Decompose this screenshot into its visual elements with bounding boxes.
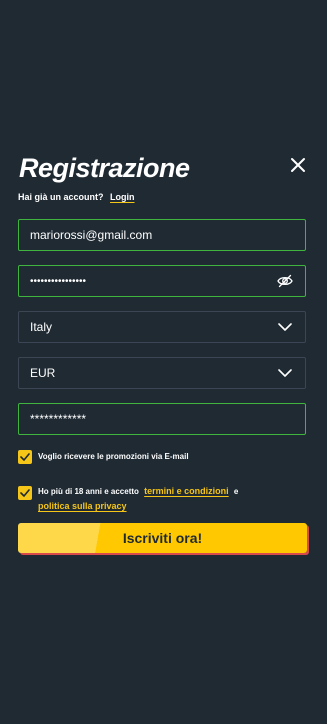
terms-link[interactable]: termini e condizioni — [144, 486, 229, 496]
chevron-down-icon — [276, 318, 294, 336]
password-field[interactable]: •••••••••••••••• — [18, 265, 306, 297]
age-consent-text: Ho più di 18 anni e accetto — [38, 487, 139, 496]
check-icon — [20, 453, 30, 461]
age-consent-checkbox[interactable] — [18, 486, 32, 500]
promo-consent-label: Voglio ricevere le promozioni via E-mail — [38, 452, 189, 461]
promo-code-value: ************ — [30, 412, 87, 426]
age-consent-row: Ho più di 18 anni e accetto termini e co… — [18, 484, 258, 514]
login-link[interactable]: Login — [110, 192, 135, 202]
register-button[interactable]: Iscriviti ora! — [18, 523, 307, 553]
login-prompt-text: Hai già un account? — [18, 192, 104, 202]
close-icon[interactable] — [288, 155, 308, 175]
privacy-link[interactable]: politica sulla privacy — [38, 501, 127, 511]
currency-value: EUR — [30, 366, 56, 380]
email-value: mariorossi@gmail.com — [30, 228, 153, 242]
check-icon — [20, 489, 30, 497]
chevron-down-icon — [276, 364, 294, 382]
currency-select[interactable]: EUR — [18, 357, 306, 389]
email-field[interactable]: mariorossi@gmail.com — [18, 219, 306, 251]
and-text: e — [233, 487, 239, 496]
page-title: Registrazione — [19, 153, 190, 183]
country-select[interactable]: Italy — [18, 311, 306, 343]
promo-consent-checkbox[interactable] — [18, 450, 32, 464]
password-value: •••••••••••••••• — [30, 275, 87, 287]
eye-off-icon[interactable] — [276, 272, 294, 290]
promo-code-field[interactable]: ************ — [18, 403, 306, 435]
country-value: Italy — [30, 320, 53, 334]
login-prompt-row: Hai già un account? Login — [18, 192, 135, 202]
promo-consent-row: Voglio ricevere le promozioni via E-mail — [18, 450, 189, 464]
